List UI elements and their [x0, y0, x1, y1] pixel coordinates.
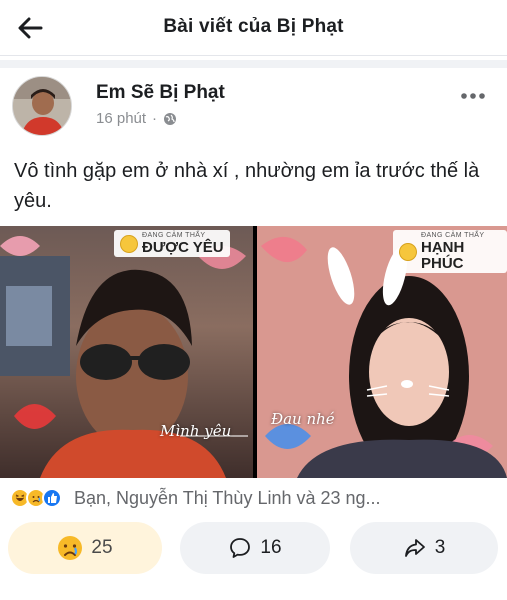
sad-face-icon	[58, 536, 83, 560]
photo-left-image	[0, 236, 248, 478]
top-bar: Bài viết của Bị Phạt	[0, 0, 507, 56]
photo-overlay-text: Mình yêu	[160, 422, 232, 440]
more-horizontal-icon	[461, 93, 485, 99]
reactors-text[interactable]: Bạn, Nguyễn Thị Thùy Linh và 23 ng...	[74, 488, 381, 509]
post-time[interactable]: 16 phút	[96, 110, 146, 127]
reactions-summary[interactable]: Bạn, Nguyễn Thị Thùy Linh và 23 ng...	[10, 484, 500, 512]
post-meta: 16 phút ·	[96, 110, 177, 127]
post-header: Em Sẽ Bị Phạt 16 phút ·	[0, 68, 507, 150]
comment-count: 16	[260, 537, 282, 558]
share-icon	[404, 539, 425, 557]
sticker-feeling: HẠNH PHÚC	[421, 239, 465, 272]
comment-button[interactable]: 16	[180, 522, 330, 574]
avatar-image	[13, 77, 71, 135]
post-caption: Vô tình gặp em ở nhà xí , nhường em ỉa t…	[14, 160, 480, 212]
globe-icon	[164, 112, 177, 125]
like-icon	[42, 488, 62, 508]
section-divider	[0, 60, 507, 68]
avatar[interactable]	[12, 76, 72, 136]
post-photos: ĐANG CẢM THẤY ĐƯỢC YÊU Mình yêu ĐANG CẢM…	[0, 226, 507, 478]
post-author[interactable]: Em Sẽ Bị Phạt	[96, 82, 225, 104]
react-count: 25	[91, 537, 113, 558]
smile-emoji-icon	[120, 235, 138, 253]
feeling-sticker-left: ĐANG CẢM THẤY ĐƯỢC YÊU	[114, 230, 230, 257]
sticker-feeling: ĐƯỢC YÊU	[142, 239, 224, 256]
share-button[interactable]: 3	[350, 522, 498, 574]
react-button[interactable]: 25	[8, 522, 162, 574]
share-count: 3	[434, 537, 446, 558]
photo-right[interactable]: ĐANG CẢM THẤY HẠNH PHÚC Đau nhé	[257, 226, 507, 478]
action-row: 25 16 3	[0, 522, 507, 580]
more-options-button[interactable]	[457, 84, 489, 108]
photo-overlay-text: Đau nhé	[271, 410, 335, 428]
reaction-icons	[10, 488, 62, 508]
happy-emoji-icon	[399, 243, 417, 261]
photo-left[interactable]: ĐANG CẢM THẤY ĐƯỢC YÊU Mình yêu	[0, 226, 253, 478]
meta-separator: ·	[152, 110, 158, 127]
page-title: Bài viết của Bị Phạt	[163, 16, 344, 37]
feeling-sticker-right: ĐANG CẢM THẤY HẠNH PHÚC	[393, 230, 507, 273]
comment-icon	[230, 538, 251, 558]
